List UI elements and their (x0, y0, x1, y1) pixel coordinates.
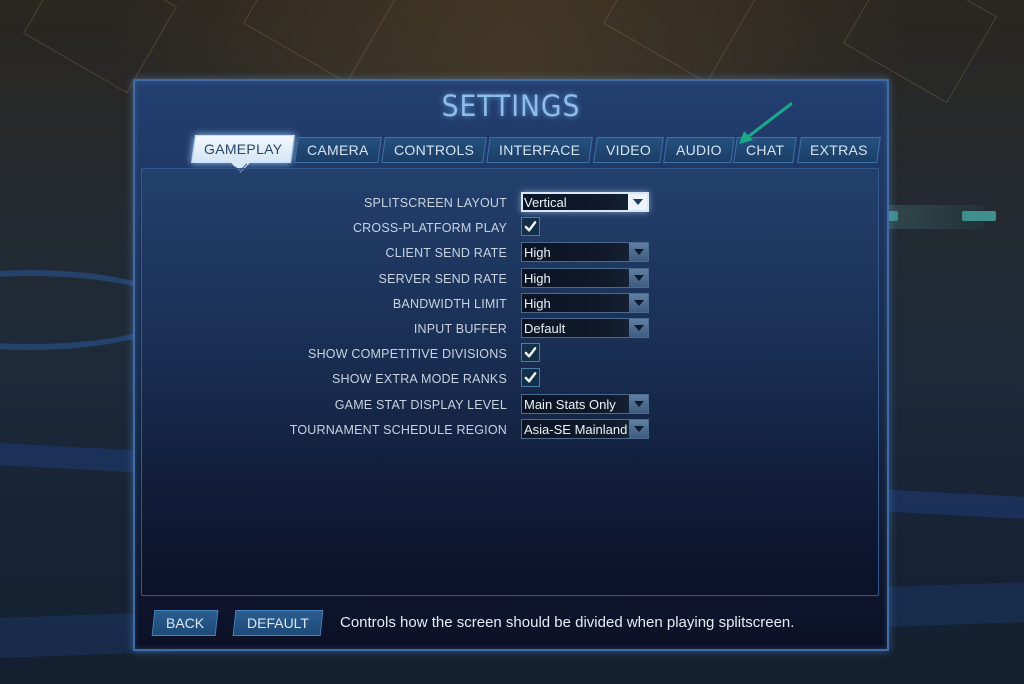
background-arena-hex (603, 0, 757, 84)
default-button[interactable]: DEFAULT (232, 610, 324, 636)
dropdown-value: High (524, 270, 551, 286)
back-button[interactable]: BACK (151, 610, 219, 636)
setting-dropdown[interactable]: High (521, 292, 649, 313)
setting-checkbox[interactable] (521, 217, 540, 237)
setting-dropdown[interactable]: Main Stats Only (521, 393, 649, 414)
tab-extras[interactable]: EXTRAS (796, 137, 881, 163)
caret-down-icon (632, 199, 643, 205)
checkmark-icon (524, 372, 537, 383)
setting-label: GAME STAT DISPLAY LEVEL (334, 397, 507, 412)
tab-interface[interactable]: INTERFACE (486, 137, 594, 163)
setting-dropdown[interactable]: Vertical (521, 192, 649, 212)
back-button-label: BACK (165, 615, 205, 631)
setting-row: TOURNAMENT SCHEDULE REGION Asia-SE Mainla… (142, 418, 878, 444)
setting-row: SHOW COMPETITIVE DIVISIONS (142, 343, 878, 368)
settings-list: SPLITSCREEN LAYOUT Vertical CROSS-PLATFORM… (142, 192, 878, 444)
dropdown-value: Vertical (524, 195, 567, 210)
dropdown-value: Main Stats Only (524, 396, 616, 412)
caret-down-icon (633, 274, 644, 281)
caret-down-icon (633, 425, 644, 432)
setting-checkbox[interactable] (521, 368, 540, 388)
tab-audio[interactable]: AUDIO (662, 137, 735, 163)
tab-label: CONTROLS (394, 142, 475, 158)
help-description: Controls how the screen should be divide… (340, 614, 795, 631)
dropdown-arrow-button[interactable] (628, 194, 647, 210)
setting-checkbox[interactable] (521, 343, 540, 363)
tab-gameplay[interactable]: GAMEPLAY (191, 135, 296, 163)
setting-row: CROSS-PLATFORM PLAY (142, 217, 878, 242)
caret-down-icon (633, 249, 644, 256)
setting-label: CLIENT SEND RATE (385, 246, 507, 261)
setting-dropdown[interactable]: Asia-SE Mainland (521, 418, 649, 439)
setting-row: BANDWIDTH LIMIT High (142, 292, 878, 318)
setting-row: SHOW EXTRA MODE RANKS (142, 368, 878, 393)
tab-label: CHAT (746, 142, 785, 158)
background-arena-hex (243, 0, 397, 84)
tab-label: GAMEPLAY (204, 141, 283, 157)
setting-row: CLIENT SEND RATE High (142, 242, 878, 267)
dropdown-value: High (524, 245, 551, 261)
setting-row: SERVER SEND RATE High (142, 267, 878, 293)
caret-down-icon (633, 400, 644, 407)
caret-down-icon (633, 299, 644, 306)
setting-label: CROSS-PLATFORM PLAY (352, 221, 507, 236)
setting-dropdown[interactable]: Default (521, 317, 649, 338)
dropdown-arrow-button[interactable] (629, 318, 648, 337)
dropdown-arrow-button[interactable] (629, 293, 648, 312)
dropdown-arrow-button[interactable] (629, 268, 648, 287)
checkmark-icon (524, 347, 537, 358)
caret-down-icon (633, 324, 644, 331)
settings-panel: SETTINGS GAMEPLAY CAMERA CONTROLS INTERFACE… (133, 79, 889, 651)
setting-row: SPLITSCREEN LAYOUT Vertical (142, 192, 878, 217)
dropdown-value: Asia-SE Mainland (524, 421, 628, 437)
setting-row: INPUT BUFFER Default (142, 317, 878, 343)
tab-label: AUDIO (675, 142, 722, 158)
setting-dropdown[interactable]: High (521, 242, 649, 263)
tab-controls[interactable]: CONTROLS (381, 137, 488, 163)
setting-dropdown[interactable]: High (521, 267, 649, 288)
setting-label: SERVER SEND RATE (378, 271, 507, 286)
dropdown-value: Default (524, 320, 566, 336)
dropdown-arrow-button[interactable] (629, 394, 648, 413)
tab-label: EXTRAS (809, 142, 868, 158)
tab-camera[interactable]: CAMERA (294, 137, 382, 163)
setting-label: SHOW COMPETITIVE DIVISIONS (308, 347, 507, 362)
setting-row: GAME STAT DISPLAY LEVEL Main Stats Only (142, 393, 878, 419)
dropdown-arrow-button[interactable] (629, 243, 648, 262)
tab-label: CAMERA (307, 142, 370, 158)
setting-label: TOURNAMENT SCHEDULE REGION (289, 422, 507, 437)
settings-content: SPLITSCREEN LAYOUT Vertical CROSS-PLATFORM… (141, 168, 879, 596)
settings-tabs: GAMEPLAY CAMERA CONTROLS INTERFACE VIDEO AUDI… (191, 135, 881, 163)
setting-label: INPUT BUFFER (413, 321, 507, 336)
page-title: SETTINGS (441, 89, 581, 123)
setting-label: BANDWIDTH LIMIT (392, 296, 507, 311)
dropdown-arrow-button[interactable] (629, 419, 648, 438)
tab-chat[interactable]: CHAT (733, 137, 798, 163)
dropdown-value: High (524, 295, 551, 311)
setting-label: SPLITSCREEN LAYOUT (364, 196, 507, 210)
tab-label: VIDEO (605, 142, 651, 158)
checkmark-icon (524, 221, 537, 232)
setting-label: SHOW EXTRA MODE RANKS (331, 372, 507, 387)
tab-video[interactable]: VIDEO (592, 137, 664, 163)
tab-label: INTERFACE (499, 142, 581, 158)
default-button-label: DEFAULT (247, 615, 309, 631)
